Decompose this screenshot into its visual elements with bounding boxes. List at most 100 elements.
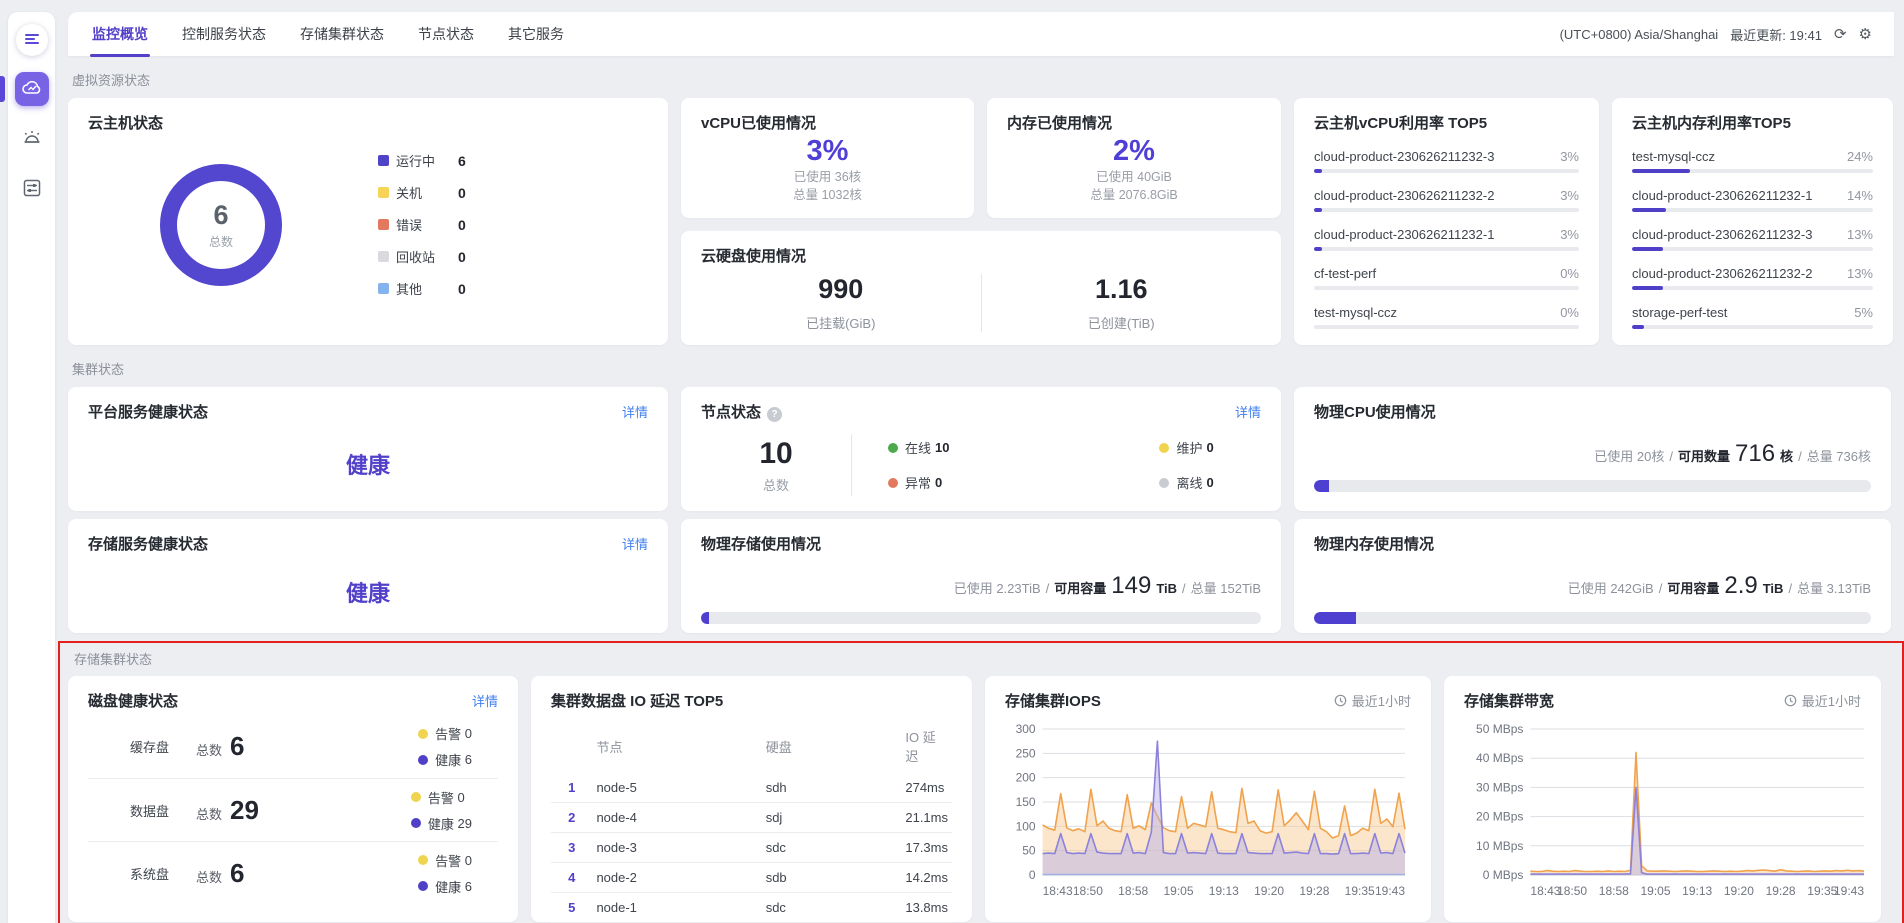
latency-cell: 21.1ms [901, 803, 952, 833]
cloud-disk-usage-card: 云硬盘使用情况 990 已挂载(GiB) 1.16 已创建(TiB) [681, 231, 1281, 345]
help-icon[interactable]: ? [767, 407, 782, 422]
disk-type-label: 系统盘 [88, 864, 196, 883]
col-latency: IO 延迟 [901, 721, 952, 773]
dashboard-page: 监控概览 控制服务状态 存储集群状态 节点状态 其它服务 (UTC+0800) … [0, 0, 1904, 923]
cloud-monitor-icon [22, 80, 42, 99]
vcpu-top5-card: 云主机vCPU利用率 TOP5 cloud-product-2306262112… [1294, 98, 1599, 345]
vm-legend-item: 其他 0 [378, 279, 466, 298]
disk-cell: sdc [762, 893, 902, 923]
node-status-detail-link[interactable]: 详情 [1235, 402, 1261, 421]
alarm-dot [418, 729, 428, 739]
disk-type-label: 缓存盘 [88, 737, 196, 756]
latency-cell: 274ms [901, 773, 952, 803]
storage-cluster-row: 磁盘健康状态 详情 缓存盘 总数 6 [68, 676, 1894, 922]
vcpu-usage-percent: 3% [701, 135, 954, 168]
refresh-icon[interactable]: ⟳ [1834, 27, 1847, 42]
bandwidth-chart-title: 存储集群带宽 [1464, 690, 1554, 711]
physical-memory-card: 物理内存使用情况 已使用 242GiB / 可用容量 2.9 TiB / 总量 … [1294, 519, 1891, 633]
tab-storage-cluster-status[interactable]: 存储集群状态 [298, 20, 386, 48]
disk-alarm-item: 告警 0 [418, 724, 472, 743]
top5-item: cloud-product-230626211232-3 13% [1632, 227, 1873, 251]
usage-bar-track [1632, 247, 1873, 251]
disk-healthy-value: 29 [458, 816, 472, 831]
svg-text:150: 150 [1016, 795, 1036, 809]
virtual-mid-column: vCPU已使用情况 3% 已使用 36核 总量 1032核 内存已使用情况 2%… [681, 98, 1281, 345]
sidebar-item-alarm[interactable] [15, 122, 49, 156]
iops-chart-card: 存储集群IOPS 最近1小时 05010015020025030018:4318… [985, 676, 1431, 922]
usage-bar-track [1314, 325, 1579, 329]
vm-status-card: 云主机状态 6 总数 运行中 6 [68, 98, 668, 345]
physical-cpu-bar-track [1314, 480, 1871, 492]
tab-node-status[interactable]: 节点状态 [416, 20, 476, 48]
svg-text:19:13: 19:13 [1682, 884, 1712, 898]
vm-percent: 3% [1560, 149, 1579, 164]
timezone-label: (UTC+0800) Asia/Shanghai [1560, 27, 1719, 42]
storage-health-detail-link[interactable]: 详情 [622, 534, 648, 553]
disk-alarm-item: 告警 0 [418, 851, 472, 870]
disk-created-label: 已创建(TiB) [982, 313, 1262, 332]
disk-total-label: 总数 [196, 740, 222, 759]
legend-value: 6 [458, 153, 466, 169]
vm-status-title: 云主机状态 [88, 112, 648, 133]
table-row: 3 node-3 sdc 17.3ms [551, 833, 952, 863]
vm-percent: 13% [1847, 266, 1873, 281]
disk-health-rows: 缓存盘 总数 6 告警 0 [88, 715, 498, 904]
svg-text:40 MBps: 40 MBps [1476, 751, 1523, 765]
vcpu-usage-card: vCPU已使用情况 3% 已使用 36核 总量 1032核 [681, 98, 974, 218]
alarm-dot [418, 855, 428, 865]
healthy-dot [411, 818, 421, 828]
node-status-title: 节点状态? [701, 401, 782, 422]
divider [851, 434, 852, 496]
usage-bar-fill [1632, 208, 1666, 212]
physical-memory-bar-track [1314, 612, 1871, 624]
latency-cell: 17.3ms [901, 833, 952, 863]
node-total-block: 10 总数 [701, 437, 851, 494]
physical-cpu-usage-line: 已使用 20核 / 可用数量 716 核 / 总量 736核 [1314, 440, 1871, 468]
physical-memory-bar-fill [1314, 612, 1356, 624]
disk-health-card: 磁盘健康状态 详情 缓存盘 总数 6 [68, 676, 518, 922]
platform-health-status: 健康 [88, 448, 648, 480]
usage-bar-track [1314, 208, 1579, 212]
disk-mounted-block: 990 已挂载(GiB) [701, 274, 981, 332]
node-cell: node-1 [592, 893, 761, 923]
disk-cell: sdc [762, 833, 902, 863]
node-legend-offline: 离线0 [1159, 473, 1213, 492]
storage-health-status: 健康 [88, 576, 648, 608]
menu-toggle-button[interactable] [16, 24, 48, 56]
table-row: 5 node-1 sdc 13.8ms [551, 893, 952, 923]
tab-control-service-status[interactable]: 控制服务状态 [180, 20, 268, 48]
top5-item: cloud-product-230626211232-2 3% [1314, 188, 1579, 212]
tab-other-services[interactable]: 其它服务 [506, 20, 566, 48]
disk-mounted-value: 990 [701, 274, 981, 305]
top5-item: cloud-product-230626211232-1 14% [1632, 188, 1873, 212]
disk-total-label: 总数 [196, 804, 222, 823]
disk-total-value: 29 [230, 795, 259, 826]
io-latency-table: 节点 硬盘 IO 延迟 1 node-5 sdh [551, 721, 952, 923]
physical-storage-available-value: 149 [1111, 572, 1151, 600]
disk-health-row: 系统盘 总数 6 告警 0 [88, 841, 498, 904]
usage-bar-fill [1632, 247, 1663, 251]
healthy-dot [418, 881, 428, 891]
svg-text:19:20: 19:20 [1724, 884, 1754, 898]
platform-health-detail-link[interactable]: 详情 [622, 402, 648, 421]
svg-text:19:43: 19:43 [1834, 884, 1864, 898]
physical-cpu-bar-fill [1314, 480, 1329, 492]
storage-health-title: 存储服务健康状态 [88, 533, 208, 554]
memory-total-label: 总量 2076.8GiB [1007, 186, 1261, 204]
svg-text:18:43: 18:43 [1043, 884, 1073, 898]
sidebar-item-settings[interactable] [15, 172, 49, 206]
tab-monitoring-overview[interactable]: 监控概览 [90, 20, 150, 48]
memory-usage-card: 内存已使用情况 2% 已使用 40GiB 总量 2076.8GiB [987, 98, 1281, 218]
node-status-legend: 在线10 异常0 维护0 离线0 [888, 438, 1214, 492]
table-row: 2 node-4 sdj 21.1ms [551, 803, 952, 833]
section-label-storage-cluster: 存储集群状态 [74, 649, 1888, 668]
vm-percent: 13% [1847, 227, 1873, 242]
vm-name: cloud-product-230626211232-2 [1632, 266, 1812, 281]
disk-health-detail-link[interactable]: 详情 [472, 691, 498, 710]
legend-label: 其他 [396, 279, 458, 298]
sidebar-item-monitoring[interactable] [15, 72, 49, 106]
gear-icon[interactable]: ⚙ [1859, 27, 1872, 42]
last-update-label: 最近更新: 19:41 [1730, 25, 1822, 44]
node-legend-abnormal: 异常0 [888, 473, 949, 492]
latency-cell: 14.2ms [901, 863, 952, 893]
